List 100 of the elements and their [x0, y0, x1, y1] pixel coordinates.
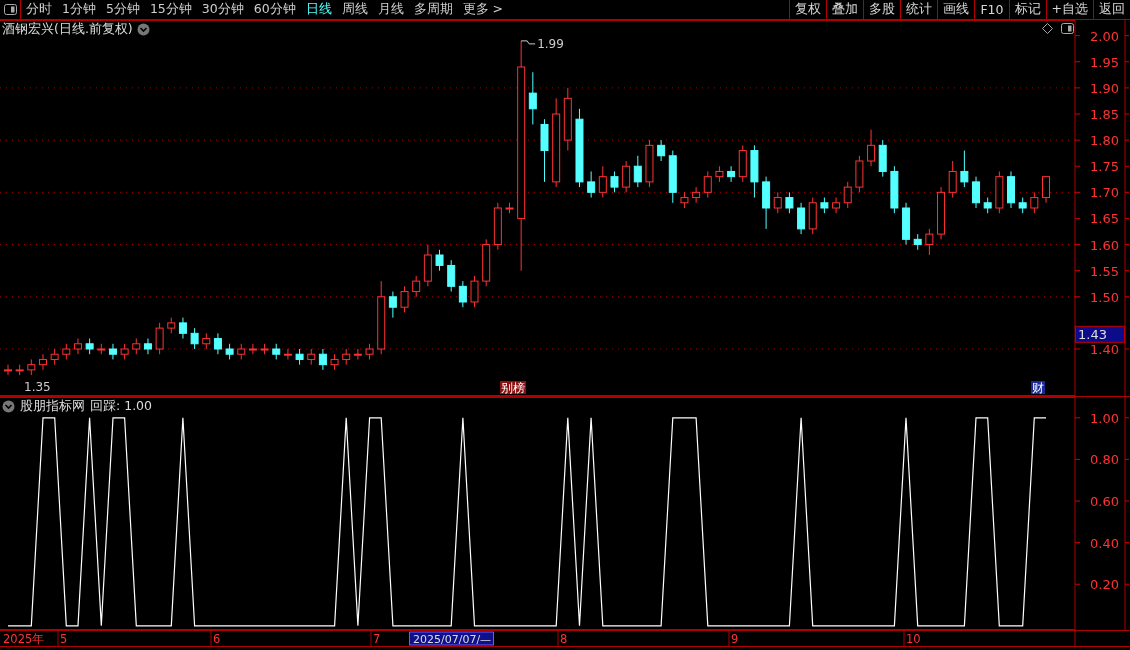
- low-price-label: 1.35: [24, 380, 51, 394]
- period-tab[interactable]: 多周期: [408, 0, 458, 19]
- candle: [272, 343, 281, 360]
- candle: [832, 197, 841, 214]
- candle: [925, 228, 934, 256]
- chevron-down-icon[interactable]: [136, 23, 150, 36]
- candle: [762, 176, 771, 230]
- candle: [983, 197, 992, 214]
- period-tab[interactable]: 日线: [300, 0, 337, 19]
- candle: [727, 165, 736, 183]
- high-price-label: 1.99: [537, 36, 564, 51]
- candle: [610, 170, 619, 193]
- candle: [657, 139, 666, 162]
- candle: [797, 202, 806, 235]
- panel-toggle-icon[interactable]: [3, 4, 17, 15]
- axis-label: 0.40: [1090, 535, 1119, 551]
- axis-label: 2.00: [1090, 28, 1119, 44]
- candle: [39, 353, 47, 371]
- panel-toggle-icon[interactable]: [1061, 23, 1074, 34]
- toolbar-button[interactable]: 多股: [863, 0, 901, 19]
- candle: [972, 176, 980, 209]
- candle: [867, 129, 876, 167]
- toolbar-button[interactable]: 返回: [1093, 0, 1130, 19]
- candle: [750, 144, 759, 199]
- candle: [960, 150, 969, 188]
- toolbar-button[interactable]: 统计: [900, 0, 938, 19]
- axis-label: 1.00: [1090, 410, 1119, 426]
- stock-title: 酒钢宏兴(日线.前复权): [2, 21, 133, 38]
- candle: [668, 150, 677, 204]
- period-tab[interactable]: 周线: [336, 0, 373, 19]
- candle: [540, 118, 549, 183]
- toolbar-button[interactable]: F10: [974, 0, 1009, 19]
- leader-line: [520, 40, 536, 45]
- candle: [330, 353, 339, 371]
- candle: [85, 338, 94, 355]
- candle: [1030, 191, 1039, 214]
- candle: [447, 259, 456, 293]
- axis-label: 8: [560, 632, 568, 646]
- candle: [423, 244, 432, 287]
- candle: [563, 87, 572, 152]
- candle: [470, 275, 479, 308]
- candle: [482, 238, 491, 287]
- candle: [458, 280, 467, 308]
- axis-label: 0.80: [1090, 452, 1119, 468]
- axis-label: 2025年: [3, 632, 45, 646]
- candle: [902, 202, 911, 246]
- axis-label: 1.70: [1090, 185, 1119, 201]
- axis-label: 1.55: [1090, 263, 1119, 279]
- candle: [937, 186, 946, 240]
- candle: [412, 275, 421, 298]
- candle: [167, 317, 176, 334]
- candle: [295, 348, 304, 366]
- indicator-title: 股朋指标网: [20, 398, 85, 415]
- axis-label: 1.80: [1090, 133, 1119, 149]
- candle: [843, 181, 852, 209]
- candle: [1042, 176, 1050, 204]
- axis-label: 1.75: [1090, 159, 1119, 175]
- candle: [820, 197, 829, 214]
- candle: [622, 160, 631, 193]
- toolbar-button[interactable]: 复权: [789, 0, 827, 19]
- axis-label: 1.65: [1090, 211, 1119, 227]
- toolbar-button[interactable]: 标记: [1008, 0, 1046, 19]
- toolbar-button[interactable]: 叠加: [826, 0, 864, 19]
- period-tab[interactable]: 30分钟: [196, 0, 249, 19]
- candle: [202, 332, 211, 350]
- chevron-down-icon[interactable]: [2, 400, 15, 413]
- candle: [855, 155, 864, 193]
- candle: [388, 291, 397, 319]
- candle: [948, 160, 957, 199]
- toolbar-button[interactable]: +自选: [1045, 0, 1093, 19]
- candle: [213, 332, 222, 355]
- candle: [178, 317, 187, 340]
- candle: [155, 322, 164, 355]
- candle: [132, 338, 141, 355]
- candle: [225, 343, 234, 360]
- axis-label: 1.50: [1090, 289, 1119, 305]
- period-tab[interactable]: 分时: [21, 0, 57, 19]
- period-tab[interactable]: 15分钟: [144, 0, 197, 19]
- event-tag[interactable]: 财: [1031, 381, 1045, 395]
- candle: [715, 165, 724, 183]
- candle: [120, 343, 129, 360]
- candle: [4, 364, 12, 376]
- candle: [400, 285, 409, 313]
- period-tab[interactable]: 1分钟: [57, 0, 101, 19]
- toolbar-button[interactable]: 画线: [937, 0, 975, 19]
- candle: [808, 197, 817, 235]
- candle: [680, 191, 689, 209]
- event-tag[interactable]: 别榜: [500, 381, 526, 395]
- candle: [913, 233, 922, 251]
- period-tab[interactable]: 更多 >: [457, 0, 509, 19]
- candle: [692, 186, 701, 204]
- diamond-icon[interactable]: [1042, 23, 1053, 34]
- axis-label: 7: [373, 632, 381, 646]
- period-tab[interactable]: 60分钟: [248, 0, 301, 19]
- candle: [785, 191, 794, 214]
- axis-label: 9: [731, 632, 739, 646]
- period-tab[interactable]: 月线: [372, 0, 409, 19]
- period-tab[interactable]: 5分钟: [100, 0, 145, 19]
- candle: [878, 139, 887, 178]
- candle: [505, 202, 514, 214]
